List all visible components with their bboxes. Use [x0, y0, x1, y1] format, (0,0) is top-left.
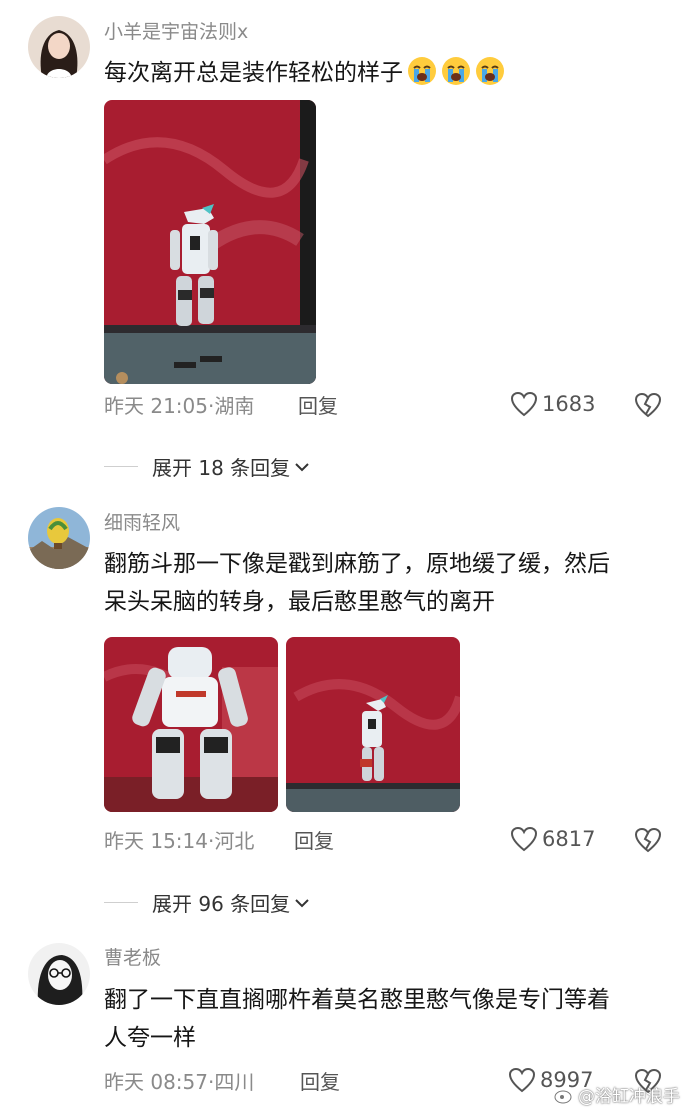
username[interactable]: 曹老板	[104, 946, 161, 970]
heart-icon	[508, 1067, 536, 1093]
weibo-logo-icon	[554, 1090, 572, 1103]
divider-line	[104, 466, 138, 467]
comment-image[interactable]	[286, 637, 460, 812]
chevron-down-icon	[295, 462, 309, 471]
comment-text-line: 呆头呆脑的转身，最后憨里憨气的离开	[104, 589, 495, 615]
comment-meta: 昨天 21:05·湖南	[104, 393, 254, 419]
location: 河北	[214, 829, 255, 853]
comment-meta: 昨天 15:14·河北	[104, 828, 254, 854]
comment-text: 翻筋斗那一下像是戳到麻筋了，原地缓了缓，然后 呆头呆脑的转身，最后憨里憨气的离开	[104, 545, 664, 621]
timestamp: 昨天 15:14	[104, 829, 208, 853]
timestamp: 昨天 08:57	[104, 1070, 208, 1094]
like-count: 1683	[542, 392, 596, 416]
watermark-text: @浴缸冲浪手	[578, 1087, 680, 1107]
broken-heart-icon	[634, 392, 662, 418]
comment-text-line: 翻筋斗那一下像是戳到麻筋了，原地缓了缓，然后	[104, 551, 610, 577]
expand-replies-label: 展开 18 条回复	[152, 456, 291, 480]
comment-text: 翻了一下直直搁哪杵着莫名憨里憨气像是专门等着 人夸一样	[104, 981, 664, 1057]
like-button[interactable]: 1683	[510, 391, 595, 417]
avatar[interactable]	[28, 16, 90, 78]
heart-icon	[510, 391, 538, 417]
dislike-button[interactable]	[634, 827, 662, 857]
expand-replies-label: 展开 96 条回复	[152, 892, 291, 916]
comment-text-line: 翻了一下直直搁哪杵着莫名憨里憨气像是专门等着	[104, 987, 610, 1013]
comment-text-content: 每次离开总是装作轻松的样子	[104, 60, 403, 86]
like-button[interactable]: 6817	[510, 826, 595, 852]
loudly-crying-face-icon	[441, 56, 471, 86]
broken-heart-icon	[634, 827, 662, 853]
comment-text: 每次离开总是装作轻松的样子	[104, 54, 664, 92]
loudly-crying-face-icon	[475, 56, 505, 86]
comment-image[interactable]	[104, 637, 278, 812]
reply-button[interactable]: 回复	[300, 1069, 340, 1095]
loudly-crying-face-icon	[407, 56, 437, 86]
comment-meta: 昨天 08:57·四川	[104, 1069, 254, 1095]
reply-button[interactable]: 回复	[294, 828, 334, 854]
like-count: 6817	[542, 827, 596, 851]
timestamp: 昨天 21:05	[104, 394, 208, 418]
heart-icon	[510, 826, 538, 852]
dislike-button[interactable]	[634, 392, 662, 422]
chevron-down-icon	[295, 898, 309, 907]
comment-text-line: 人夸一样	[104, 1025, 196, 1051]
username[interactable]: 细雨轻风	[104, 511, 180, 535]
divider-line	[104, 902, 138, 903]
expand-replies[interactable]: 展开 18 条回复	[104, 452, 311, 481]
expand-replies[interactable]: 展开 96 条回复	[104, 888, 311, 917]
username[interactable]: 小羊是宇宙法则x	[104, 20, 248, 44]
reply-button[interactable]: 回复	[298, 393, 338, 419]
location: 四川	[214, 1070, 255, 1094]
avatar[interactable]	[28, 507, 90, 569]
location: 湖南	[214, 394, 255, 418]
comment-image[interactable]	[104, 100, 316, 384]
avatar[interactable]	[28, 943, 90, 1005]
watermark: @浴缸冲浪手	[554, 1082, 680, 1107]
